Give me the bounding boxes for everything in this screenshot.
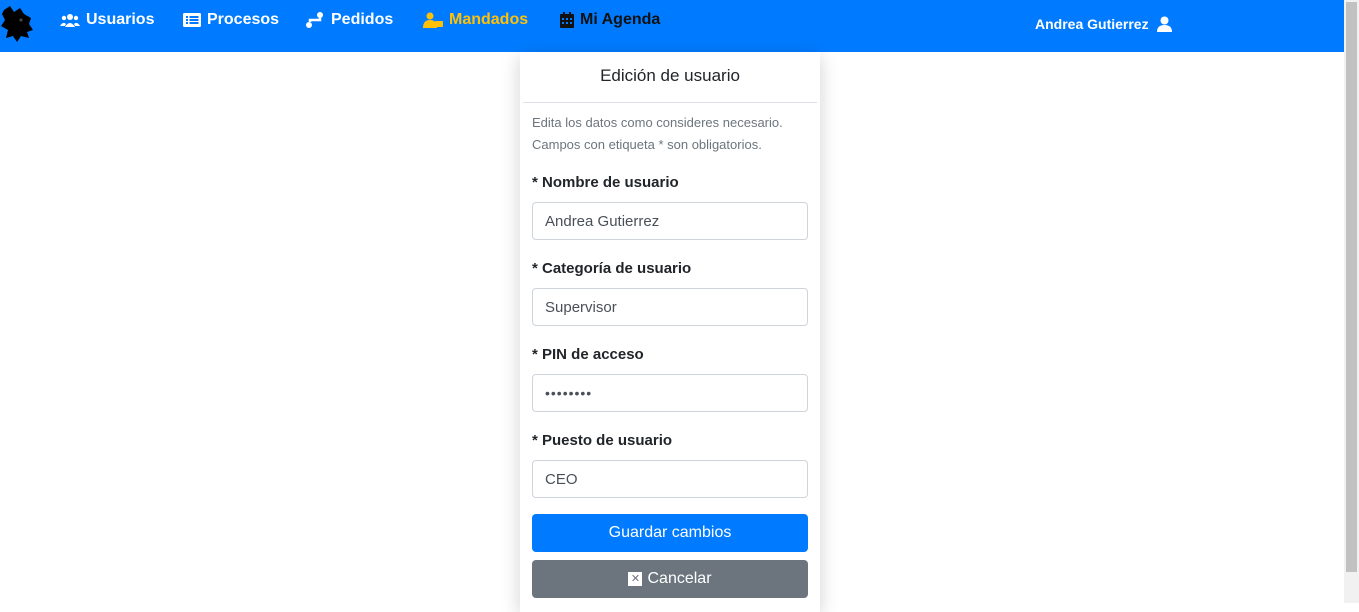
position-label: * Puesto de usuario bbox=[532, 432, 673, 449]
cancel-button-label: Cancelar bbox=[647, 570, 712, 587]
help-text-line1: Edita los datos como consideres necesari… bbox=[532, 115, 783, 130]
user-icon bbox=[1156, 16, 1172, 32]
username-label: * Nombre de usuario bbox=[532, 174, 679, 191]
card-divider bbox=[523, 102, 817, 103]
category-label: * Categoría de usuario bbox=[532, 260, 692, 277]
user-menu[interactable]: Andrea Gutierrez bbox=[1035, 14, 1172, 34]
nav-mandados-label: Mandados bbox=[449, 11, 529, 28]
top-navbar: Usuarios Procesos Pedidos Mandados Mi Ag… bbox=[0, 0, 1344, 52]
card-title: Edición de usuario bbox=[600, 66, 740, 85]
user-name: Andrea Gutierrez bbox=[1035, 16, 1149, 32]
position-input[interactable] bbox=[532, 460, 808, 498]
save-button[interactable]: Guardar cambios bbox=[532, 514, 808, 552]
nav-usuarios[interactable]: Usuarios bbox=[60, 10, 154, 30]
help-text-line2: Campos con etiqueta * son obligatorios. bbox=[532, 137, 762, 152]
nav-procesos-label: Procesos bbox=[207, 11, 280, 28]
list-icon bbox=[183, 13, 201, 27]
calendar-icon bbox=[560, 12, 574, 28]
save-button-label: Guardar cambios bbox=[608, 524, 732, 541]
cancel-button[interactable]: ✕ Cancelar bbox=[532, 560, 808, 598]
nav-pedidos-label: Pedidos bbox=[331, 11, 394, 28]
nav-usuarios-label: Usuarios bbox=[86, 11, 155, 28]
nav-pedidos[interactable]: Pedidos bbox=[305, 10, 393, 30]
edit-user-card: Edición de usuario Edita los datos como … bbox=[520, 52, 820, 612]
scrollbar-thumb[interactable] bbox=[1346, 2, 1357, 572]
nav-mi-agenda[interactable]: Mi Agenda bbox=[560, 10, 660, 30]
pin-label: * PIN de acceso bbox=[532, 346, 644, 363]
category-input[interactable] bbox=[532, 288, 808, 326]
wolf-head-logo[interactable] bbox=[0, 4, 34, 44]
nav-procesos[interactable]: Procesos bbox=[183, 10, 279, 30]
close-square-icon: ✕ bbox=[628, 572, 643, 586]
pin-input[interactable] bbox=[532, 374, 808, 412]
username-input[interactable] bbox=[532, 202, 808, 240]
route-icon bbox=[306, 12, 323, 28]
nav-mi-agenda-label: Mi Agenda bbox=[580, 11, 661, 28]
users-icon bbox=[60, 14, 80, 27]
errand-icon bbox=[423, 12, 443, 28]
nav-mandados[interactable]: Mandados bbox=[423, 10, 528, 30]
